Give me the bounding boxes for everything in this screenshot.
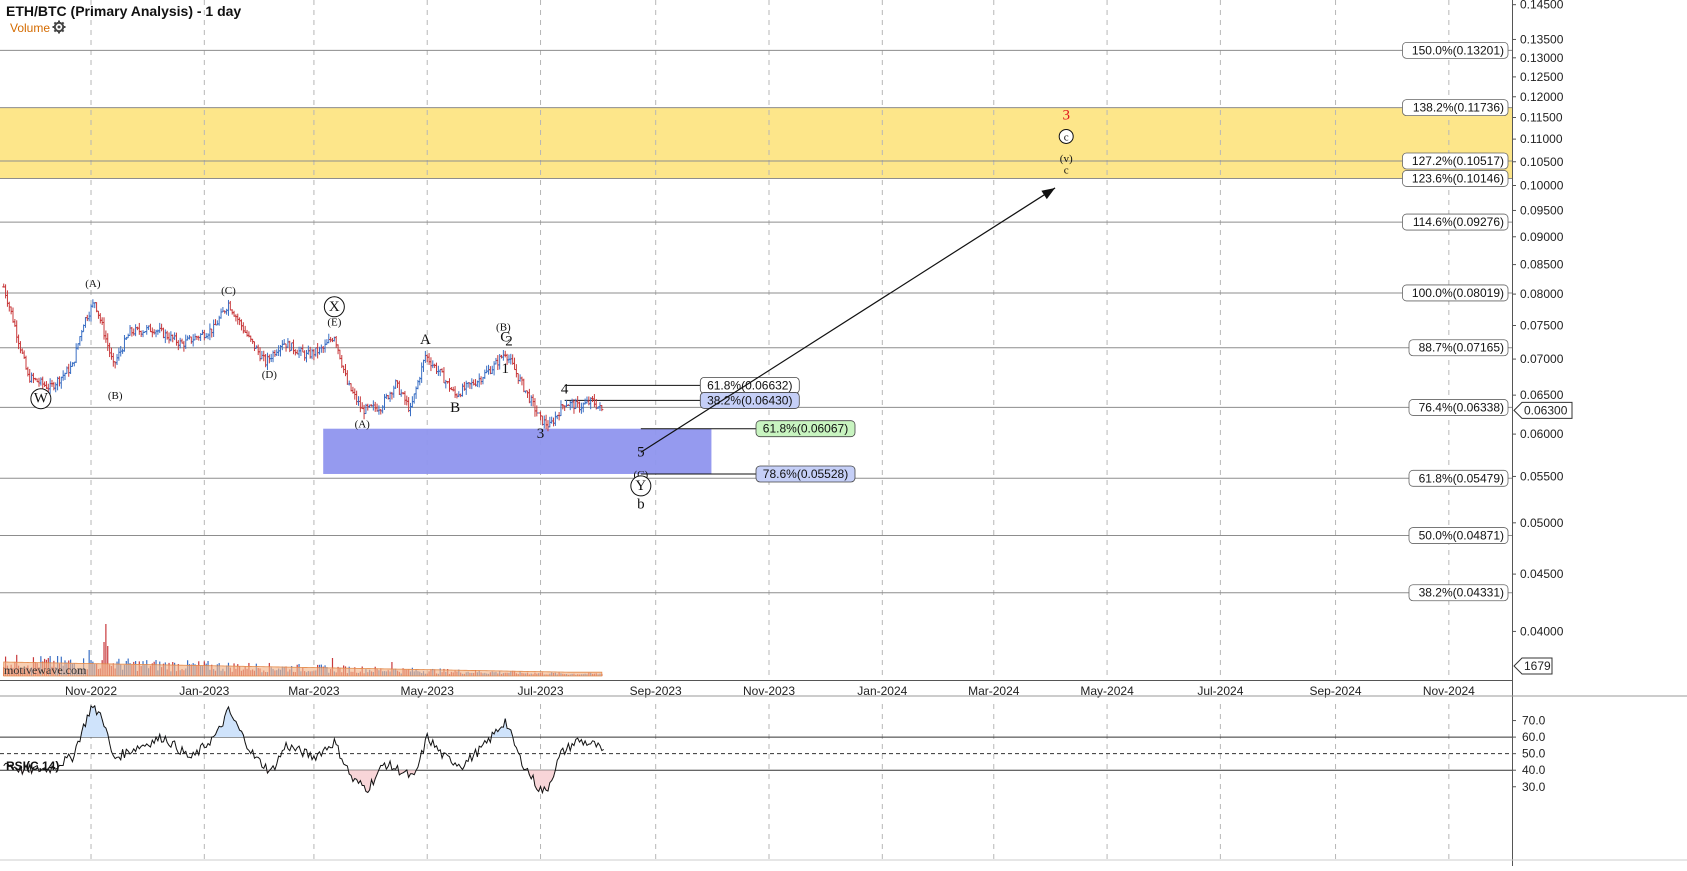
gear-icon[interactable]: [52, 20, 66, 34]
fib-level-label: 76.4%(0.06338): [1419, 400, 1504, 414]
wave-label: b: [637, 496, 645, 512]
retracement-label: 61.8%(0.06067): [763, 422, 848, 436]
current-price-label: 0.06300: [1524, 403, 1568, 417]
wave-label: 3: [537, 426, 545, 442]
price-tick-label: 0.08500: [1520, 258, 1564, 272]
price-tick-label: 0.11000: [1520, 132, 1563, 146]
volume-label: Volume: [10, 21, 51, 35]
wave-label: (D): [262, 369, 278, 381]
price-tick-label: 0.07000: [1520, 352, 1564, 366]
wave-label: Y: [635, 478, 646, 494]
price-tick-label: 0.11500: [1520, 110, 1563, 124]
rsi-tick-label: 30.0: [1522, 780, 1546, 794]
price-tick-label: 0.04500: [1520, 567, 1564, 581]
fib-level-label: 123.6%(0.10146): [1412, 171, 1504, 185]
rsi-tick-label: 50.0: [1522, 747, 1546, 761]
fib-level-label: 100.0%(0.08019): [1412, 286, 1504, 300]
price-tick-label: 0.10000: [1520, 179, 1564, 193]
chart-canvas[interactable]: 150.0%(0.13201) 138.2%(0.11736) 127.2%(0.1…: [0, 0, 1687, 866]
wave-label: (A): [355, 419, 371, 431]
rsi-tick-label: 40.0: [1522, 763, 1546, 777]
wave-label: (C): [221, 285, 236, 297]
wave-label: (E): [327, 317, 341, 329]
fib-level-label: 88.7%(0.07165): [1419, 341, 1504, 355]
fib-level-label: 150.0%(0.13201): [1412, 43, 1504, 57]
watermark: motivewave.com: [4, 663, 87, 677]
chart-title: ETH/BTC (Primary Analysis) - 1 day: [6, 3, 242, 19]
wave-label: X: [329, 299, 340, 315]
wave-label: (A): [85, 278, 101, 290]
wave-label: 3: [1062, 108, 1070, 124]
price-tick-label: 0.12500: [1520, 70, 1564, 84]
price-tick-label: 0.06000: [1520, 427, 1564, 441]
price-tick-label: 0.14500: [1520, 0, 1564, 12]
current-volume-label: 1679: [1524, 659, 1551, 673]
price-tick-label: 0.04000: [1520, 624, 1564, 638]
wave-label: B: [450, 400, 460, 416]
price-tick-label: 0.12000: [1520, 90, 1564, 104]
price-tick-label: 0.07500: [1520, 319, 1564, 333]
wave-label: W: [34, 391, 49, 407]
wave-label: c: [1064, 164, 1069, 176]
price-tick-label: 0.05000: [1520, 516, 1564, 530]
price-tick-label: 0.05500: [1520, 469, 1564, 483]
wave-label: 1: [501, 361, 509, 377]
retracement-label: 38.2%(0.06430): [707, 393, 792, 407]
wave-label: 4: [561, 382, 569, 398]
target-zone: [0, 107, 1512, 179]
price-tick-label: 0.09500: [1520, 203, 1564, 217]
fib-level-label: 61.8%(0.05479): [1419, 471, 1504, 485]
support-zone: [323, 428, 712, 474]
price-tick-label: 0.13500: [1520, 32, 1564, 46]
retracement-label: 61.8%(0.06632): [707, 378, 792, 392]
fib-level-label: 50.0%(0.04871): [1419, 529, 1504, 543]
fib-level-label: 114.6%(0.09276): [1413, 215, 1504, 229]
fib-level-label: 38.2%(0.04331): [1419, 586, 1504, 600]
wave-label: c: [1064, 131, 1069, 143]
fib-level-label: 127.2%(0.10517): [1412, 154, 1504, 168]
price-tick-label: 0.10500: [1520, 155, 1564, 169]
rsi-title: RSI(C,14): [6, 759, 60, 773]
wave-label: 5: [637, 445, 645, 461]
rsi-tick-label: 60.0: [1522, 730, 1546, 744]
price-tick-label: 0.08000: [1520, 287, 1564, 301]
rsi-tick-label: 70.0: [1522, 714, 1546, 728]
wave-label: A: [420, 332, 431, 348]
wave-label: (B): [108, 390, 123, 402]
wave-label: 2: [505, 333, 513, 349]
price-tick-label: 0.13000: [1520, 51, 1564, 65]
price-tick-label: 0.06500: [1520, 388, 1564, 402]
fib-level-label: 138.2%(0.11736): [1413, 101, 1504, 115]
wave-label: (v): [1060, 153, 1073, 165]
retracement-label: 78.6%(0.05528): [763, 467, 848, 481]
chart-area[interactable]: 150.0%(0.13201) 138.2%(0.11736) 127.2%(0.1…: [0, 0, 1687, 866]
price-tick-label: 0.09000: [1520, 230, 1564, 244]
